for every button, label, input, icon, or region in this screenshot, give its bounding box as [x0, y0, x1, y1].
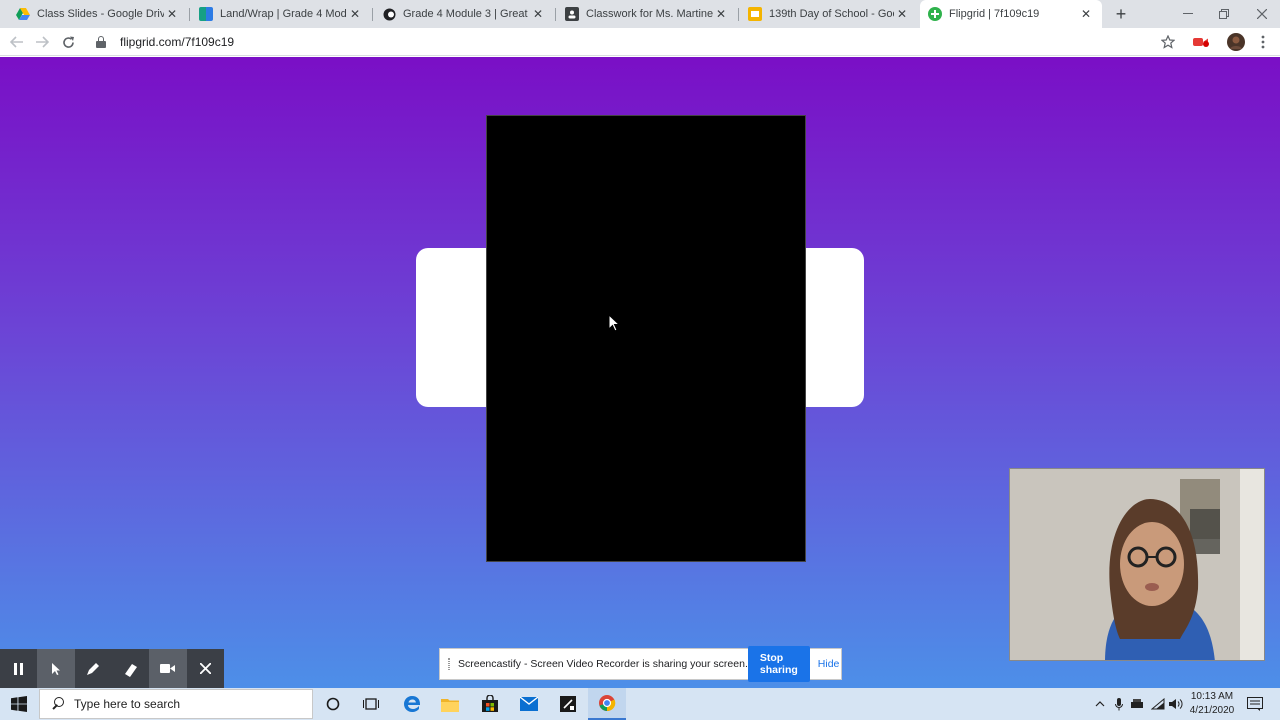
tab-strip: Class Slides - Google Drive ✕ Land/Wrap …: [0, 0, 1280, 28]
tab-separator: [189, 8, 190, 21]
chevron-up-icon[interactable]: [1092, 688, 1108, 720]
tab-139th-day[interactable]: 139th Day of School - Google S ✕: [740, 0, 918, 28]
drag-handle-icon[interactable]: [448, 658, 450, 670]
clock-time: 10:13 AM: [1190, 691, 1234, 702]
tab-title: Grade 4 Module 3 | Great Minds: [403, 8, 530, 20]
wifi-icon[interactable]: [1150, 688, 1166, 720]
pen-icon[interactable]: [74, 649, 112, 688]
reload-icon[interactable]: [58, 32, 78, 52]
back-arrow-icon[interactable]: [7, 32, 27, 52]
network-device-icon[interactable]: [1130, 688, 1146, 720]
close-icon[interactable]: ✕: [530, 7, 546, 21]
tab-title: Flipgrid | 7f109c19: [949, 8, 1040, 20]
url-text: flipgrid.com/7f109c19: [120, 35, 235, 49]
close-icon[interactable]: ✕: [894, 7, 910, 21]
browser-toolbar: flipgrid.com/7f109c19: [0, 28, 1280, 56]
volume-icon[interactable]: [1168, 688, 1184, 720]
windows-start-icon[interactable]: [0, 688, 38, 720]
notification-icon[interactable]: [1244, 688, 1266, 720]
pause-icon[interactable]: [0, 649, 38, 688]
tab-title: Class Slides - Google Drive: [37, 8, 164, 20]
screencastify-toolbar: [0, 649, 224, 688]
webcam-overlay[interactable]: [1009, 468, 1265, 661]
mail-icon[interactable]: [510, 688, 548, 720]
chrome-icon[interactable]: [588, 688, 626, 720]
close-icon[interactable]: ✕: [1078, 7, 1094, 21]
close-icon[interactable]: ✕: [713, 7, 729, 21]
microphone-icon[interactable]: [1111, 688, 1127, 720]
screencastify-extension-icon[interactable]: [1191, 32, 1211, 52]
google-slides-icon: [748, 7, 762, 21]
webcam-toggle-icon[interactable]: [149, 649, 187, 688]
sticky-app-icon[interactable]: [549, 688, 587, 720]
close-icon[interactable]: ✕: [164, 7, 180, 21]
system-clock[interactable]: 10:13 AM 4/21/2020: [1186, 690, 1238, 718]
close-icon[interactable]: ✕: [347, 7, 363, 21]
stop-sharing-button[interactable]: Stop sharing: [747, 646, 810, 682]
tab-separator: [738, 8, 739, 21]
module-icon: [199, 7, 213, 21]
kebab-menu-icon[interactable]: [1253, 32, 1273, 52]
great-minds-icon: [382, 7, 396, 21]
pointer-icon[interactable]: [37, 649, 75, 688]
clock-date: 4/21/2020: [1189, 705, 1235, 716]
tab-land-wrap[interactable]: Land/Wrap | Grade 4 Module 3 ✕: [191, 0, 371, 28]
lock-icon: [96, 36, 106, 48]
close-toolbar-icon[interactable]: [186, 649, 224, 688]
taskbar-search[interactable]: Type here to search: [39, 689, 313, 719]
tab-title: 139th Day of School - Google S: [769, 8, 894, 20]
forward-arrow-icon[interactable]: [32, 32, 52, 52]
search-placeholder: Type here to search: [74, 697, 181, 711]
restore-icon[interactable]: [1206, 0, 1242, 28]
tab-flipgrid[interactable]: Flipgrid | 7f109c19 ✕: [920, 0, 1102, 28]
tab-classwork[interactable]: Classwork for Ms. Martinez 4th ✕: [557, 0, 737, 28]
avatar[interactable]: [1226, 32, 1246, 52]
edge-icon[interactable]: [393, 688, 431, 720]
flipgrid-page: [0, 57, 1280, 688]
search-icon: [52, 697, 66, 711]
new-tab-button[interactable]: +: [1110, 3, 1132, 25]
minimize-icon[interactable]: [1170, 0, 1206, 28]
screen-sharing-banner: Screencastify - Screen Video Recorder is…: [439, 646, 842, 682]
tab-great-minds[interactable]: Grade 4 Module 3 | Great Minds ✕: [374, 0, 554, 28]
hide-button[interactable]: Hide: [818, 658, 840, 670]
store-icon[interactable]: [471, 688, 509, 720]
webcam-person-image: [1010, 469, 1264, 660]
google-drive-icon: [16, 7, 30, 21]
mouse-cursor-icon: [608, 314, 620, 332]
close-window-icon[interactable]: [1244, 0, 1280, 28]
eraser-icon[interactable]: [111, 649, 150, 688]
video-preview[interactable]: [486, 115, 806, 562]
flipgrid-icon: [928, 7, 942, 21]
windows-taskbar: Type here to search 10:13 AM 4/21/2020: [0, 688, 1280, 720]
classroom-icon: [565, 7, 579, 21]
task-view-icon[interactable]: [352, 688, 390, 720]
address-bar[interactable]: flipgrid.com/7f109c19: [88, 31, 1188, 53]
tab-separator: [372, 8, 373, 21]
tab-title: Classwork for Ms. Martinez 4th: [586, 8, 713, 20]
file-explorer-icon[interactable]: [431, 688, 469, 720]
tab-class-slides[interactable]: Class Slides - Google Drive ✕: [8, 0, 188, 28]
tab-title: Land/Wrap | Grade 4 Module 3: [220, 8, 347, 20]
sharing-message: Screencastify - Screen Video Recorder is…: [458, 658, 748, 670]
cortana-icon[interactable]: [314, 688, 352, 720]
tab-separator: [555, 8, 556, 21]
bookmark-star-icon[interactable]: [1158, 32, 1178, 52]
